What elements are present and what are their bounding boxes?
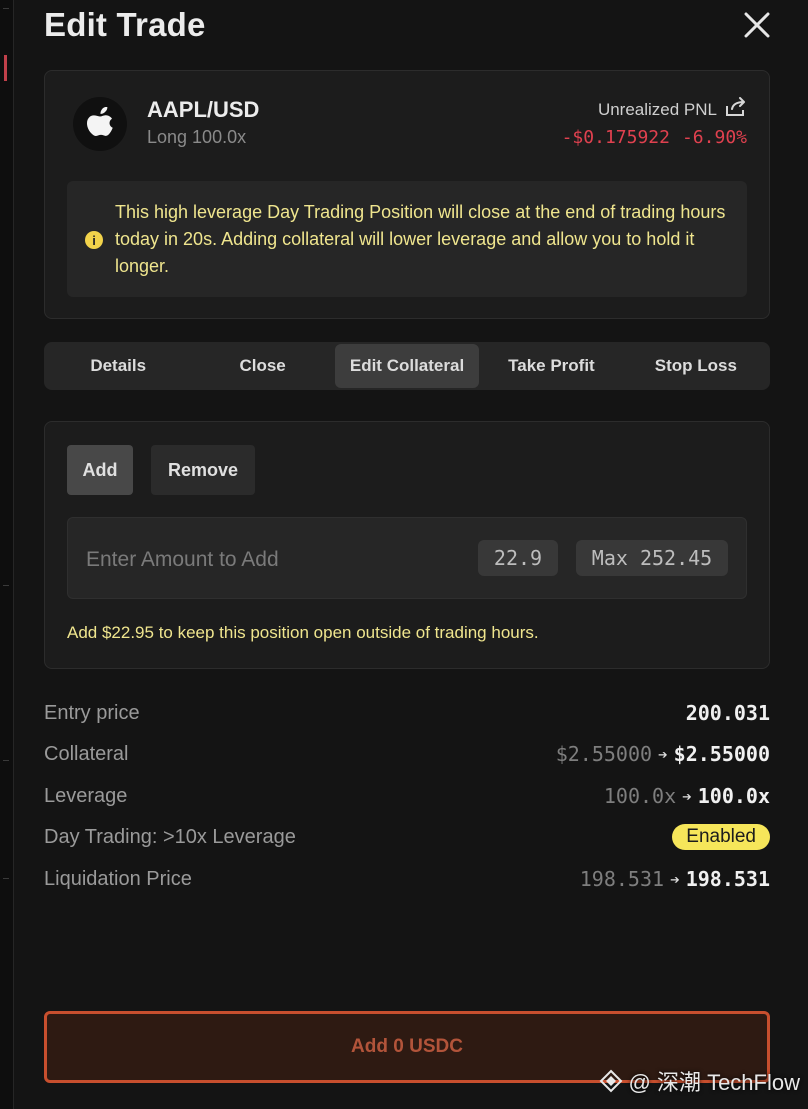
chart-tick: [3, 585, 9, 586]
day-trading-warning: i This high leverage Day Trading Positio…: [67, 181, 747, 297]
tab-edit-collateral[interactable]: Edit Collateral: [334, 344, 480, 388]
asset-pair: AAPL/USD: [147, 97, 260, 122]
position-direction: Long 100.0x: [147, 127, 247, 147]
detail-row-leverage: Leverage 100.0x ➔ 100.0x: [44, 781, 770, 811]
arrow-right-icon: ➔: [658, 744, 668, 764]
watermark-text: @ 深潮 TechFlow: [628, 1070, 800, 1095]
detail-row-entry-price: Entry price 200.031: [44, 698, 770, 728]
detail-value: 100.0x ➔ 100.0x: [604, 784, 770, 808]
tab-close[interactable]: Close: [190, 344, 334, 388]
chart-candle: [4, 55, 7, 81]
share-icon: [726, 97, 745, 116]
remove-mode-button[interactable]: Remove: [151, 445, 255, 495]
arrow-right-icon: ➔: [682, 786, 692, 806]
liquidation-current: 198.531: [579, 867, 665, 891]
edit-collateral-panel: Add Remove 22.9 Max 252.45 Add $22.95 to…: [44, 421, 770, 669]
detail-row-collateral: Collateral $2.55000 ➔ $2.55000: [44, 739, 770, 769]
keep-open-hint: Add $22.95 to keep this position open ou…: [67, 623, 539, 642]
chart-background-edge: [0, 0, 14, 1109]
asset-avatar: [73, 97, 127, 151]
collateral-new: $2.55000: [673, 742, 770, 766]
detail-row-day-trading: Day Trading: >10x Leverage Enabled: [44, 822, 770, 852]
chart-tick: [3, 8, 9, 9]
detail-label: Liquidation Price: [44, 867, 192, 890]
modal-title: Edit Trade: [44, 6, 206, 43]
detail-label: Day Trading: >10x Leverage: [44, 825, 296, 848]
share-pnl-button[interactable]: [725, 97, 747, 122]
info-icon: i: [85, 231, 103, 249]
max-amount-chip[interactable]: Max 252.45: [576, 540, 728, 576]
pnl-percent: -6.90%: [681, 127, 747, 148]
close-button[interactable]: [740, 8, 774, 42]
apple-logo-icon: [87, 107, 113, 136]
amount-input[interactable]: [86, 540, 466, 580]
detail-label: Collateral: [44, 742, 129, 765]
tab-take-profit[interactable]: Take Profit: [479, 344, 623, 388]
chart-tick: [3, 878, 9, 879]
detail-value: $2.55000 ➔ $2.55000: [556, 742, 770, 766]
amount-field: 22.9 Max 252.45: [67, 517, 747, 599]
trade-tabs: Details Close Edit Collateral Take Profi…: [44, 342, 770, 390]
trade-summary-card: AAPL/USD Long 100.0x Unrealized PNL -$0.…: [44, 70, 770, 319]
detail-row-liquidation-price: Liquidation Price 198.531 ➔ 198.531: [44, 864, 770, 894]
detail-label: Entry price: [44, 701, 140, 724]
leverage-new: 100.0x: [697, 784, 770, 808]
detail-value: 198.531 ➔ 198.531: [580, 867, 770, 891]
suggested-amount-chip[interactable]: 22.9: [478, 540, 558, 576]
tab-details[interactable]: Details: [46, 344, 190, 388]
close-icon: [744, 12, 770, 38]
detail-value: 200.031: [686, 701, 770, 725]
chart-tick: [3, 760, 9, 761]
liquidation-new: 198.531: [685, 867, 770, 891]
status-badge: Enabled: [672, 824, 770, 850]
arrow-right-icon: ➔: [670, 869, 680, 889]
collateral-current: $2.55000: [555, 742, 653, 766]
warning-message: This high leverage Day Trading Position …: [115, 202, 726, 276]
tab-stop-loss[interactable]: Stop Loss: [624, 344, 768, 388]
pnl-amount: -$0.175922: [561, 127, 670, 148]
pnl-values: -$0.175922 -6.90%: [562, 127, 747, 148]
detail-label: Leverage: [44, 784, 128, 807]
entry-price-value: 200.031: [685, 701, 770, 725]
watermark: @ 深潮 TechFlow: [599, 1065, 800, 1097]
leverage-current: 100.0x: [603, 784, 677, 808]
edit-trade-modal: Edit Trade AAPL/USD Long 100.0x Unrealiz…: [14, 0, 808, 1109]
pnl-header: Unrealized PNL: [598, 97, 747, 122]
diamond-logo-icon: [599, 1069, 622, 1093]
pnl-label: Unrealized PNL: [597, 99, 717, 119]
add-mode-button[interactable]: Add: [67, 445, 133, 495]
